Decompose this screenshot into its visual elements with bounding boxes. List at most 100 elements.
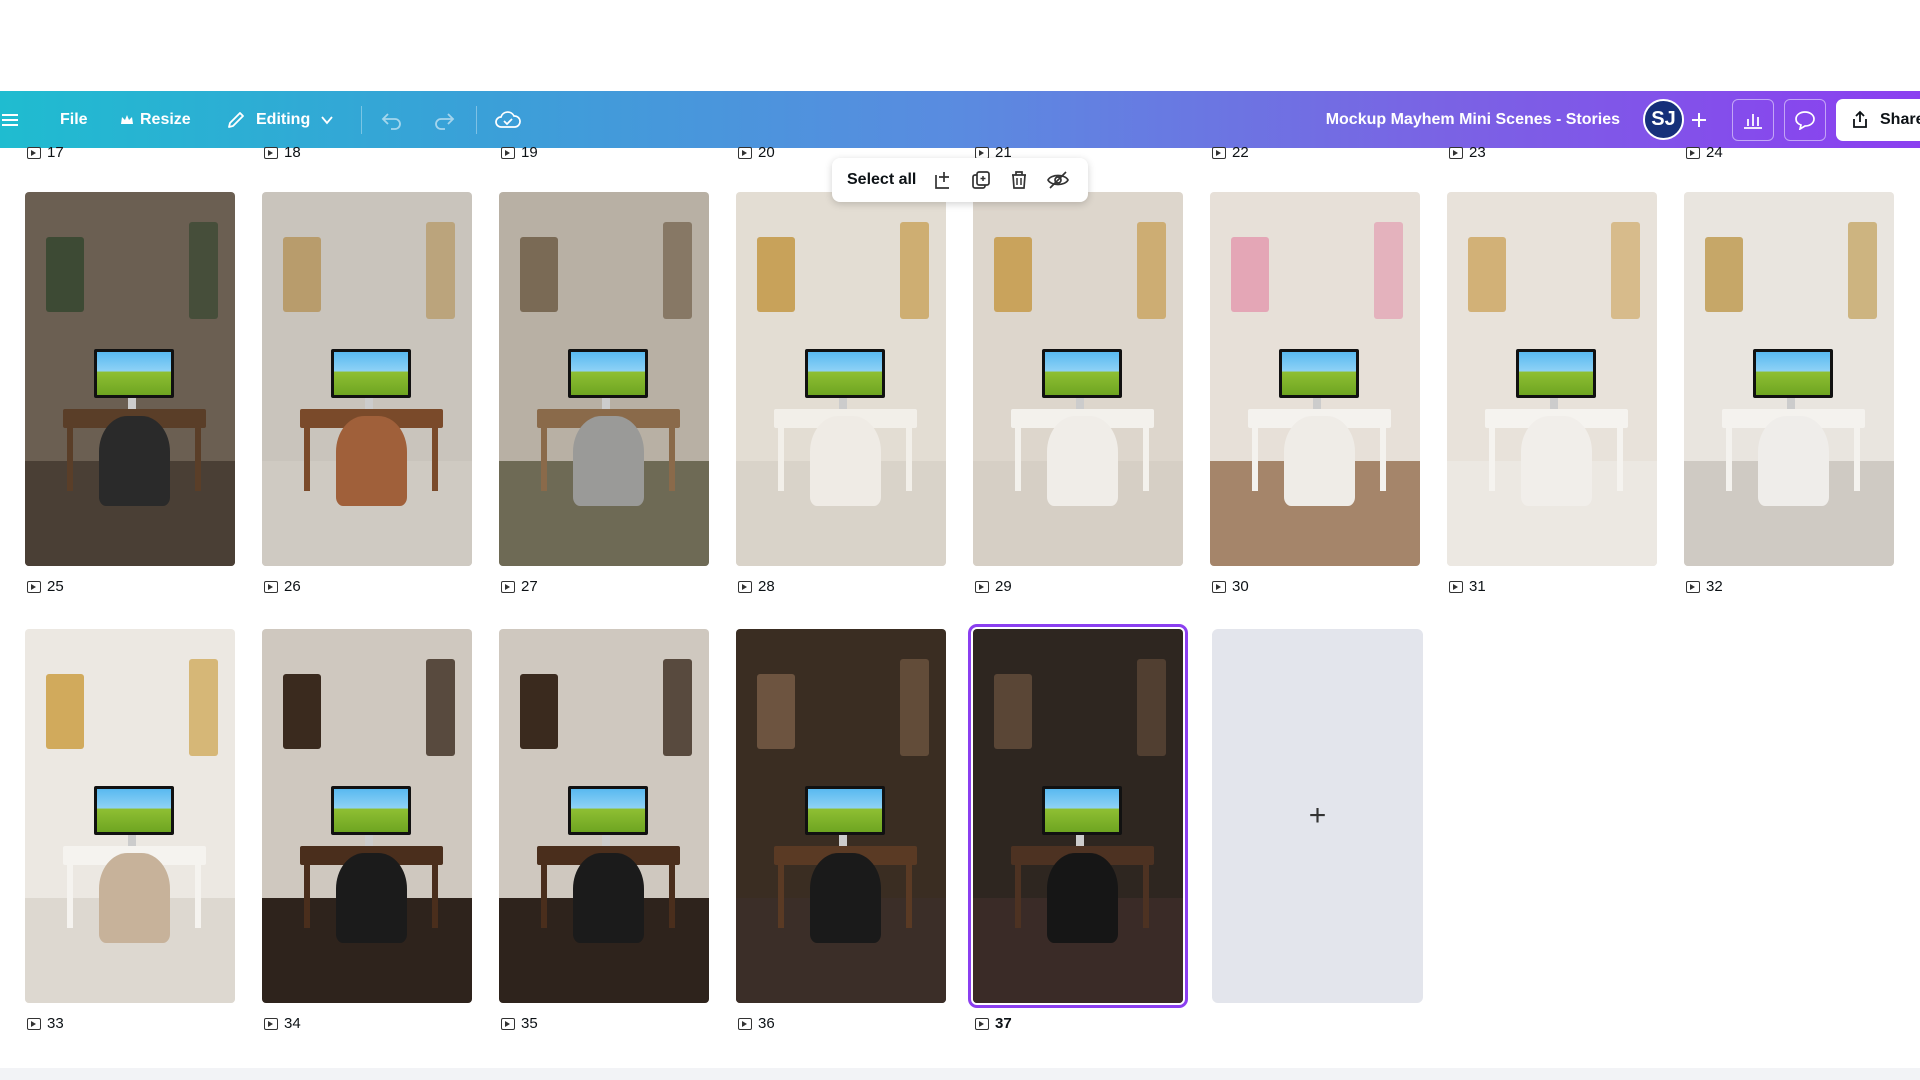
monitor-mockup	[1042, 349, 1123, 398]
page-label: 17	[27, 144, 64, 161]
redo-icon[interactable]	[432, 91, 456, 148]
page-icon	[738, 1017, 752, 1030]
monitor-screen	[334, 352, 409, 395]
share-label: Share	[1880, 111, 1920, 128]
page-thumbnail[interactable]	[968, 624, 1188, 1008]
monitor-stand	[1075, 397, 1085, 409]
monitor-screen	[571, 352, 646, 395]
page-thumbnail[interactable]	[1684, 192, 1894, 566]
editing-mode-dropdown[interactable]: Editing	[226, 91, 334, 148]
pencil-icon	[226, 110, 246, 130]
page-label: 32	[1686, 578, 1723, 595]
avatar[interactable]: SJ	[1643, 99, 1684, 140]
monitor-stand	[1075, 834, 1085, 846]
chair	[1283, 416, 1355, 507]
page-thumbnail[interactable]	[736, 192, 946, 566]
resize-label: Resize	[140, 110, 191, 128]
resize-button[interactable]: Resize	[120, 91, 191, 148]
page-number: 35	[521, 1015, 538, 1032]
add-collaborator-icon[interactable]	[1690, 91, 1708, 148]
chair	[809, 853, 881, 944]
wall-decor	[662, 221, 693, 320]
wall-decor	[994, 673, 1032, 749]
wall-decor	[520, 673, 558, 749]
monitor-screen	[97, 789, 172, 832]
trash-icon[interactable]	[1008, 169, 1030, 191]
wall-decor	[188, 658, 219, 757]
chevron-down-icon	[320, 113, 334, 127]
wall-decor	[662, 658, 693, 757]
share-button[interactable]: Share	[1836, 99, 1920, 141]
monitor-screen	[1756, 352, 1831, 395]
page-thumbnail[interactable]	[1447, 192, 1657, 566]
page-label: 20	[738, 144, 775, 161]
wall-decor	[1231, 236, 1269, 312]
wall-decor	[1373, 221, 1404, 320]
hide-icon[interactable]	[1046, 169, 1070, 191]
page-icon	[264, 146, 278, 159]
page-icon	[738, 580, 752, 593]
toolbar-divider	[476, 106, 477, 134]
page-label: 34	[264, 1015, 301, 1032]
chair	[809, 416, 881, 507]
desk-leg	[541, 860, 548, 929]
monitor-mockup	[1279, 349, 1360, 398]
desk-leg	[778, 860, 785, 929]
toolbar-divider	[361, 106, 362, 134]
page-thumbnail[interactable]	[499, 629, 709, 1003]
chair	[1046, 416, 1118, 507]
monitor-stand	[838, 397, 848, 409]
desk-leg	[541, 423, 548, 492]
monitor-stand	[601, 834, 611, 846]
page-label: 19	[501, 144, 538, 161]
desk-leg	[304, 860, 311, 929]
desk-leg	[1380, 423, 1387, 492]
wall-decor	[1136, 658, 1167, 757]
page-number: 37	[995, 1015, 1012, 1032]
duplicate-icon[interactable]	[970, 169, 992, 191]
desk-leg	[304, 423, 311, 492]
select-all-button[interactable]: Select all	[847, 171, 916, 189]
desk-leg	[1617, 423, 1624, 492]
add-page-icon[interactable]	[932, 169, 954, 191]
page-thumbnail[interactable]	[736, 629, 946, 1003]
monitor-stand	[127, 397, 137, 409]
document-title[interactable]: Mockup Mayhem Mini Scenes - Stories	[1300, 91, 1620, 148]
bar-chart-icon	[1742, 110, 1764, 130]
insights-button[interactable]	[1732, 99, 1774, 141]
desk-leg	[1854, 423, 1861, 492]
page-thumbnail[interactable]	[25, 192, 235, 566]
page-thumbnail[interactable]	[25, 629, 235, 1003]
monitor-screen	[571, 789, 646, 832]
menu-icon[interactable]	[0, 91, 20, 148]
wall-decor	[899, 221, 930, 320]
page-label: 28	[738, 578, 775, 595]
editing-label: Editing	[256, 110, 311, 128]
chair	[1757, 416, 1829, 507]
wall-decor	[188, 221, 219, 320]
monitor-stand	[601, 397, 611, 409]
page-number: 29	[995, 578, 1012, 595]
desk-leg	[1489, 423, 1496, 492]
comments-button[interactable]	[1784, 99, 1826, 141]
add-page-button[interactable]: +	[1212, 629, 1423, 1003]
page-icon	[975, 1017, 989, 1030]
page-thumbnail[interactable]	[973, 192, 1183, 566]
page-label: 35	[501, 1015, 538, 1032]
page-thumbnail[interactable]	[262, 192, 472, 566]
wall-decor	[994, 236, 1032, 312]
cloud-saved-icon[interactable]	[494, 91, 522, 148]
page-thumbnail[interactable]	[262, 629, 472, 1003]
monitor-stand	[364, 397, 374, 409]
page-thumbnail[interactable]	[499, 192, 709, 566]
monitor-mockup	[1753, 349, 1834, 398]
page-icon	[27, 1017, 41, 1030]
monitor-stand	[1786, 397, 1796, 409]
monitor-screen	[1045, 352, 1120, 395]
file-menu-button[interactable]: File	[60, 91, 88, 148]
undo-icon[interactable]	[380, 91, 404, 148]
page-thumbnail[interactable]	[1210, 192, 1420, 566]
desk-leg	[906, 860, 913, 929]
chair	[1046, 853, 1118, 944]
monitor-screen	[808, 352, 883, 395]
